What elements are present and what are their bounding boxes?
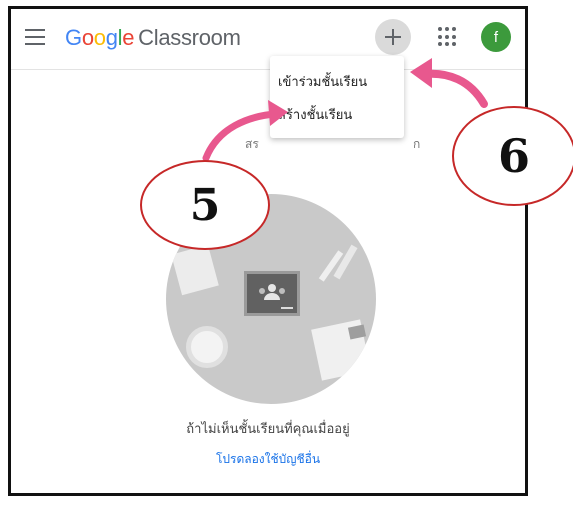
join-class-menu-item[interactable]: เข้าร่วมชั้นเรียน [278,71,367,92]
brand-google: Google [65,25,135,50]
plus-icon [385,29,401,45]
hint-text-end: ก [413,137,421,151]
step-5-callout: 5 [140,160,270,250]
apps-grid-icon[interactable] [438,27,458,47]
step-5-label: 5 [189,179,221,231]
menu-icon[interactable] [25,29,45,45]
brand-product: Classroom [138,25,241,50]
step-6-callout: 6 [452,106,573,206]
empty-state-message: ถ้าไม่เห็นชั้นเรียนที่คุณเมื่ออยู่ [186,422,350,437]
hint-text-start: สร [245,137,259,151]
create-class-menu-item[interactable]: สร้างชั้นเรียน [278,104,352,125]
step-6-label: 6 [497,129,530,183]
add-class-menu: เข้าร่วมชั้นเรียน สร้างชั้นเรียน [270,56,404,138]
app-bar: Google Classroom f [11,9,525,70]
screenshot-frame: Google Classroom f สร ก ถ้าไม่เห็นชั้นเร… [8,6,528,496]
try-other-account-link[interactable]: โปรดลองใช้บัญชีอื่น [11,450,525,469]
avatar[interactable]: f [481,22,511,52]
brand-logo[interactable]: Google Classroom [65,25,241,51]
create-or-join-button[interactable] [375,19,411,55]
classroom-board-icon [244,271,300,316]
